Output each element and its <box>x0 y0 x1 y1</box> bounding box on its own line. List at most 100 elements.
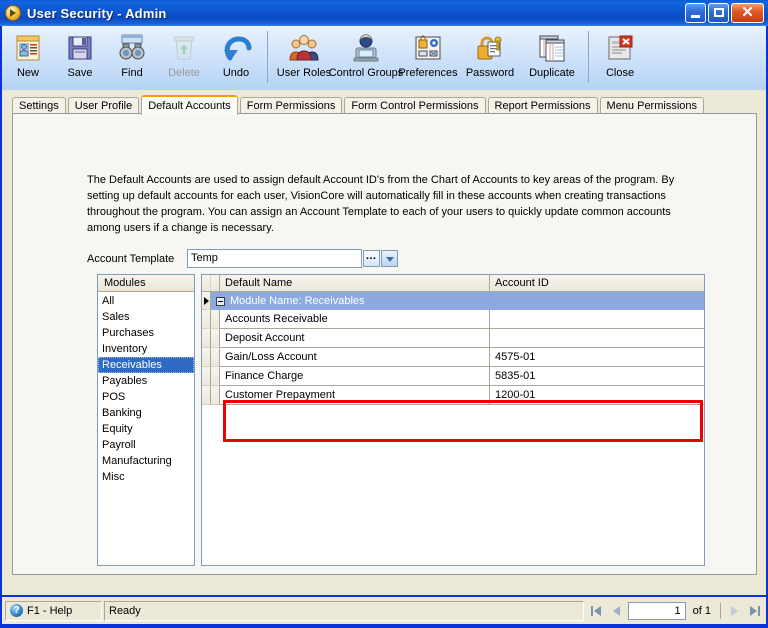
last-record-icon <box>750 605 760 616</box>
module-item-inventory[interactable]: Inventory <box>98 341 194 357</box>
table-row[interactable]: Customer Prepayment 1200-01 <box>202 386 704 405</box>
first-record-button[interactable] <box>588 602 605 620</box>
close-document-icon <box>604 32 636 64</box>
grid-column-default-name[interactable]: Default Name <box>220 275 490 291</box>
grid-row-gutter <box>211 348 220 367</box>
grid-cell-account-id[interactable] <box>490 310 704 329</box>
grid-cell-default-name[interactable]: Accounts Receivable <box>220 310 490 329</box>
minimize-icon <box>691 15 700 18</box>
module-item-sales[interactable]: Sales <box>98 309 194 325</box>
tab-default-accounts[interactable]: Default Accounts <box>141 95 238 115</box>
modules-body: All Sales Purchases Inventory Receivable… <box>98 292 194 485</box>
recycle-bin-icon <box>168 32 200 64</box>
grid-row-gutter <box>211 386 220 405</box>
toolbar-undo-label: Undo <box>222 67 250 79</box>
grid-cell-default-name[interactable]: Gain/Loss Account <box>220 348 490 367</box>
module-item-receivables[interactable]: Receivables <box>98 357 194 373</box>
previous-record-icon <box>612 605 620 616</box>
toolbar-password-button[interactable]: Password <box>459 29 521 79</box>
close-icon: ✕ <box>741 4 754 21</box>
module-item-equity[interactable]: Equity <box>98 421 194 437</box>
grid-cell-default-name[interactable]: Deposit Account <box>220 329 490 348</box>
table-row[interactable]: Accounts Receivable <box>202 310 704 329</box>
toolbar-find-button[interactable]: Find <box>106 29 158 79</box>
maximize-button[interactable] <box>708 3 729 23</box>
status-help-panel[interactable]: ? F1 - Help <box>5 600 102 621</box>
last-record-button[interactable] <box>746 602 763 620</box>
account-template-browse-button[interactable]: … <box>363 250 380 267</box>
toolbar-save-label: Save <box>67 67 93 79</box>
default-accounts-grid: Default Name Account ID Module Name: Rec… <box>201 274 705 566</box>
grid-cell-default-name[interactable]: Finance Charge <box>220 367 490 386</box>
tab-settings[interactable]: Settings <box>12 97 66 114</box>
minimize-button[interactable] <box>685 3 706 23</box>
account-template-dropdown-button[interactable] <box>381 250 398 267</box>
client-area: Settings User Profile Default Accounts F… <box>2 90 766 595</box>
module-item-pos[interactable]: POS <box>98 389 194 405</box>
modules-list: Modules All Sales Purchases Inventory Re… <box>97 274 195 566</box>
toolbar-duplicate-button[interactable]: Duplicate <box>521 29 583 79</box>
toolbar-preferences-button[interactable]: Preferences <box>397 29 459 79</box>
grid-row-indicator <box>202 348 211 367</box>
page-count-label: of 1 <box>692 604 711 617</box>
table-row[interactable]: Gain/Loss Account 4575-01 <box>202 348 704 367</box>
toolbar-delete-label: Delete <box>168 67 200 79</box>
padlock-key-icon <box>474 32 506 64</box>
next-record-button[interactable] <box>726 602 743 620</box>
table-row[interactable]: Finance Charge 5835-01 <box>202 367 704 386</box>
collapse-expander-icon[interactable] <box>216 296 225 306</box>
toolbar-undo-button[interactable]: Undo <box>210 29 262 79</box>
tab-menu-permissions[interactable]: Menu Permissions <box>599 97 705 114</box>
current-page-input[interactable]: 1 <box>627 601 686 620</box>
toolbar-control-groups-button[interactable]: Control Groups <box>329 29 403 79</box>
grid-cell-account-id[interactable]: 5835-01 <box>490 367 704 386</box>
module-item-payables[interactable]: Payables <box>98 373 194 389</box>
users-group-icon <box>288 32 320 64</box>
tab-user-profile[interactable]: User Profile <box>67 97 140 114</box>
tab-form-control-permissions[interactable]: Form Control Permissions <box>344 97 486 114</box>
toolbar-control-groups-label: Control Groups <box>328 67 404 79</box>
toolbar-save-button[interactable]: Save <box>54 29 106 79</box>
duplicate-pages-icon <box>536 32 568 64</box>
tab-page-default-accounts: The Default Accounts are used to assign … <box>12 113 757 575</box>
module-item-payroll[interactable]: Payroll <box>98 437 194 453</box>
account-template-input[interactable]: Temp <box>187 249 362 268</box>
toolbar-group-close: Close <box>594 29 646 87</box>
grid-row-gutter <box>211 367 220 386</box>
table-row[interactable]: Deposit Account <box>202 329 704 348</box>
toolbar-user-roles-label: User Roles <box>276 67 332 79</box>
toolbar-close-label: Close <box>605 67 635 79</box>
first-record-icon <box>590 605 601 616</box>
tab-strip: Settings User Profile Default Accounts F… <box>12 95 706 115</box>
module-item-misc[interactable]: Misc <box>98 469 194 485</box>
grid-group-row[interactable]: Module Name: Receivables <box>202 292 704 310</box>
toolbar-separator-2 <box>588 31 589 83</box>
toolbar-close-button[interactable]: Close <box>594 29 646 79</box>
module-item-manufacturing[interactable]: Manufacturing <box>98 453 194 469</box>
previous-record-button[interactable] <box>608 602 625 620</box>
toolbar-delete-button[interactable]: Delete <box>158 29 210 79</box>
grid-indicator-header <box>202 275 211 291</box>
close-button[interactable]: ✕ <box>731 3 764 23</box>
toolbar-user-roles-button[interactable]: User Roles <box>273 29 335 79</box>
grid-cell-account-id[interactable] <box>490 329 704 348</box>
module-item-purchases[interactable]: Purchases <box>98 325 194 341</box>
grid-column-account-id[interactable]: Account ID <box>490 275 704 291</box>
grid-cell-default-name[interactable]: Customer Prepayment <box>220 386 490 405</box>
toolbar-new-button[interactable]: New <box>2 29 54 79</box>
grid-cell-account-id[interactable]: 4575-01 <box>490 348 704 367</box>
toolbar-duplicate-label: Duplicate <box>529 67 575 79</box>
module-item-all[interactable]: All <box>98 293 194 309</box>
module-item-banking[interactable]: Banking <box>98 405 194 421</box>
tab-report-permissions[interactable]: Report Permissions <box>487 97 598 114</box>
toolbar-separator-1 <box>267 31 268 83</box>
user-computer-icon <box>350 32 382 64</box>
next-record-icon <box>731 605 738 616</box>
binoculars-icon <box>116 32 148 64</box>
grid-row-gutter <box>211 329 220 348</box>
navigator-separator <box>720 602 721 619</box>
modules-header: Modules <box>98 275 194 292</box>
toolbar-group-security: User Roles Control Groups Preferences Pa… <box>273 29 583 87</box>
tab-form-permissions[interactable]: Form Permissions <box>239 97 343 114</box>
grid-cell-account-id[interactable]: 1200-01 <box>490 386 704 405</box>
